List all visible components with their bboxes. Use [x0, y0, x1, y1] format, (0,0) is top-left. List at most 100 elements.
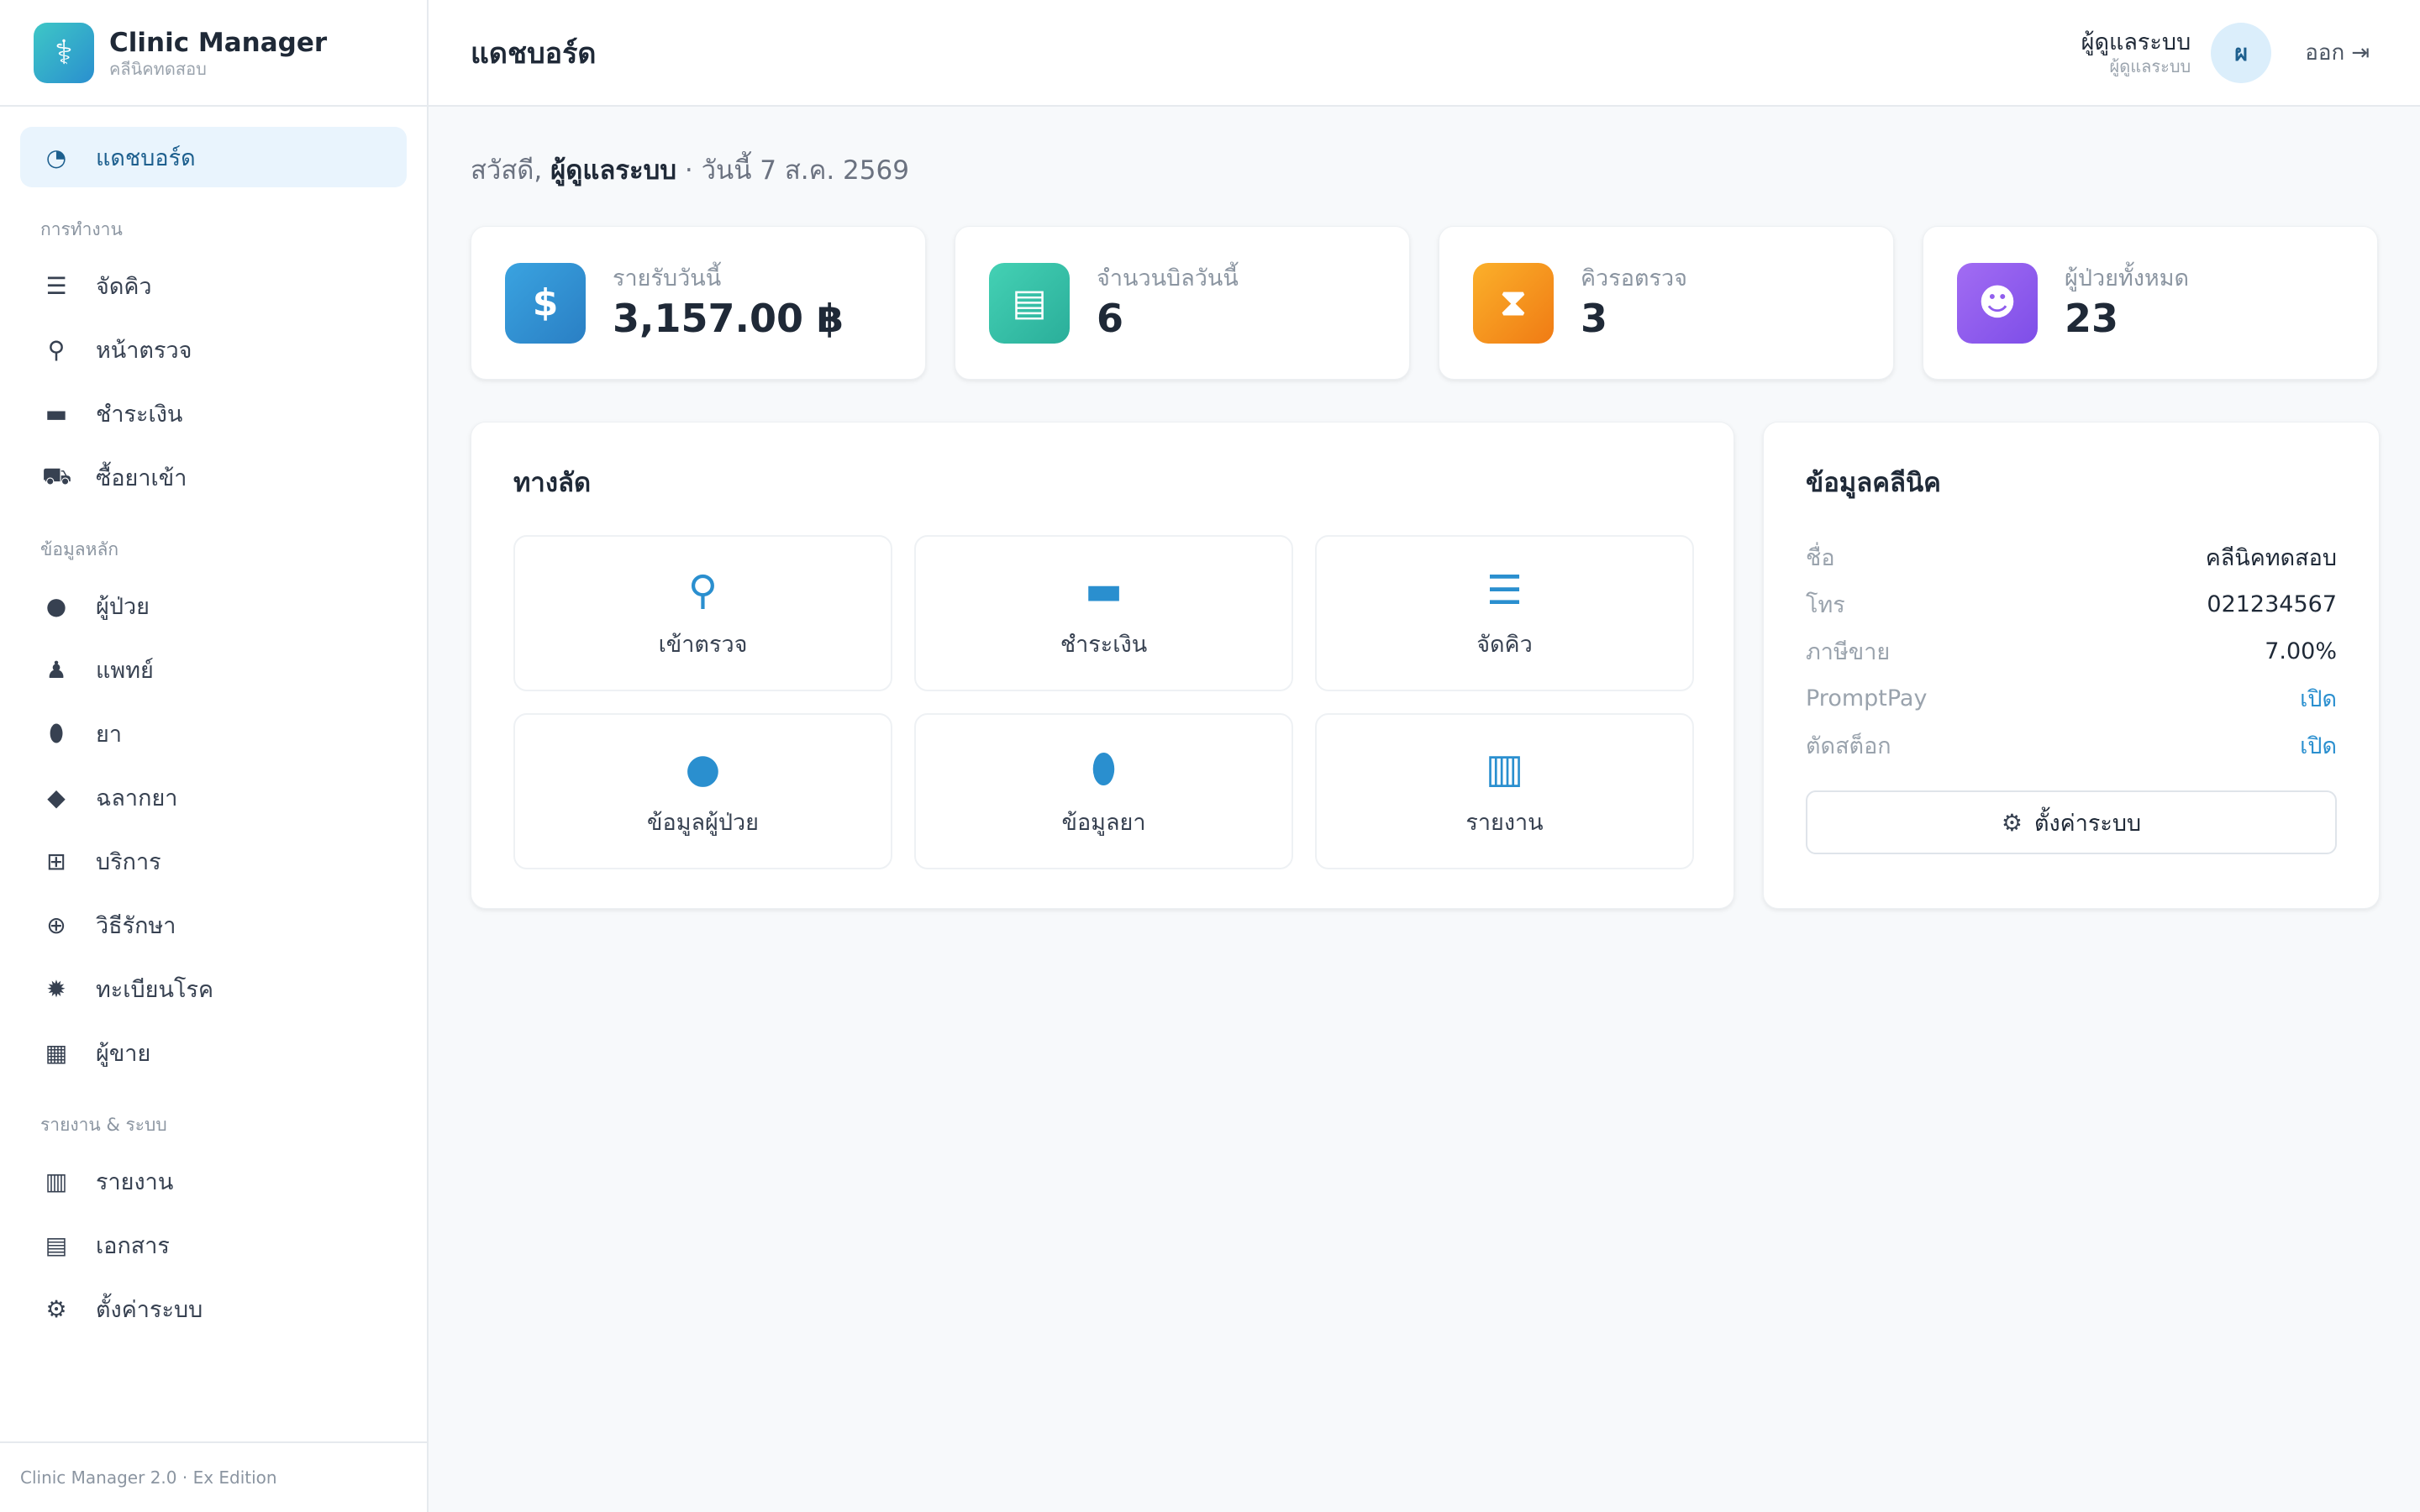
gear-icon: ⚙ — [45, 1294, 67, 1323]
sidebar-item-label: ฉลากยา — [96, 785, 178, 811]
info-value: คลีนิคทดสอบ — [2205, 544, 2337, 571]
stat-label: รายรับวันนี้ — [613, 265, 722, 291]
sidebar-item-drug-labels[interactable]: ◆ ฉลากยา — [20, 767, 407, 827]
stat-label: จำนวนบิลวันนี้ — [1097, 265, 1239, 291]
stethoscope-icon: ⚲ — [687, 566, 718, 614]
shortcut-label: รายงาน — [1465, 809, 1544, 836]
stats-row: $ รายรับวันนี้ 3,157.00 ฿ ▤ จำนวนบิลวันน… — [471, 226, 2380, 380]
settings-label: ตั้งค่าระบบ — [2033, 810, 2142, 837]
user-area: ผู้ดูแลระบบ ผู้ดูแลระบบ ผ ออก ⇥ — [2081, 22, 2370, 83]
chart-bar-icon: ▥ — [1485, 744, 1524, 792]
stat-label: คิวรอตรวจ — [1581, 265, 1687, 291]
sidebar-item-patients[interactable]: ● ผู้ป่วย — [20, 575, 407, 636]
greeting-name: ผู้ดูแลระบบ — [550, 155, 677, 186]
shortcut-payment[interactable]: ▬ ชำระเงิน — [914, 535, 1293, 691]
sign-out-icon: ⇥ — [2351, 39, 2370, 66]
sidebar-item-settings[interactable]: ⚙ ตั้งค่าระบบ — [20, 1278, 407, 1339]
truck-medical-icon: ⛟ — [42, 461, 72, 490]
file-icon: ▤ — [45, 1231, 68, 1259]
sidebar-item-examination[interactable]: ⚲ หน้าตรวจ — [20, 319, 407, 380]
shortcut-drugs[interactable]: ⬮ ข้อมูลยา — [914, 713, 1293, 869]
sidebar-item-diseases[interactable]: ✹ ทะเบียนโรค — [20, 958, 407, 1019]
brand: ⚕ Clinic Manager คลีนิคทดสอบ — [0, 0, 427, 107]
shortcut-patients[interactable]: ● ข้อมูลผู้ป่วย — [513, 713, 892, 869]
stat-value: 3 — [1581, 295, 1608, 341]
credit-card-icon: ▬ — [1084, 566, 1123, 614]
user-icon: ● — [685, 744, 721, 792]
shortcut-reports[interactable]: ▥ รายงาน — [1315, 713, 1694, 869]
sidebar-item-reports[interactable]: ▥ รายงาน — [20, 1151, 407, 1211]
hourglass-icon: ⧗ — [1473, 262, 1554, 344]
chart-bar-icon: ▥ — [45, 1167, 68, 1195]
sidebar-item-label: วิธีรักษา — [96, 912, 176, 939]
sidebar-item-label: เอกสาร — [96, 1232, 170, 1259]
sidebar-item-queue[interactable]: ☰ จัดคิว — [20, 255, 407, 316]
avatar[interactable]: ผ — [2211, 22, 2272, 83]
shortcut-label: เข้าตรวจ — [658, 631, 748, 658]
sidebar-item-label: ซื้อยาเข้า — [96, 465, 187, 491]
shortcuts-grid: ⚲ เข้าตรวจ ▬ ชำระเงิน ☰ จัดคิว ● ข้อมูลผ… — [513, 535, 1694, 869]
stat-card-bills: ▤ จำนวนบิลวันนี้ 6 — [955, 226, 1410, 380]
sidebar-footer: Clinic Manager 2.0 · Ex Edition — [0, 1441, 429, 1512]
clinic-info-panel: ข้อมูลคลีนิค ชื่อ คลีนิคทดสอบ โทร 021234… — [1763, 422, 2380, 909]
brand-subtitle: คลีนิคทดสอบ — [109, 58, 207, 79]
nav-section-work: การทำงาน — [40, 219, 123, 239]
gear-icon: ⚙ — [2001, 808, 2023, 837]
info-row-name: ชื่อ คลีนิคทดสอบ — [1806, 533, 2337, 580]
sidebar-item-services[interactable]: ⊞ บริการ — [20, 831, 407, 891]
sidebar-item-treatments[interactable]: ⊕ วิธีรักษา — [20, 895, 407, 955]
user-role: ผู้ดูแลระบบ — [2109, 55, 2191, 76]
logout-button[interactable]: ออก ⇥ — [2305, 35, 2370, 70]
shortcut-queue[interactable]: ☰ จัดคิว — [1315, 535, 1694, 691]
shortcut-label: ข้อมูลยา — [1061, 809, 1146, 836]
page-title: แดชบอร์ด — [471, 36, 597, 71]
main-content: สวัสดี, ผู้ดูแลระบบ · วันนี้ 7 ส.ค. 2569… — [471, 107, 2380, 909]
shortcut-examination[interactable]: ⚲ เข้าตรวจ — [513, 535, 892, 691]
info-row-phone: โทร 021234567 — [1806, 580, 2337, 627]
list-ol-icon: ☰ — [1486, 566, 1523, 614]
receipt-icon: ▤ — [989, 262, 1070, 344]
caduceus-icon: ⚕ — [34, 22, 94, 83]
stat-card-patients: ☻ ผู้ป่วยทั้งหมด 23 — [1923, 226, 2378, 380]
sidebar-item-payment[interactable]: ▬ ชำระเงิน — [20, 383, 407, 444]
info-key: ชื่อ — [1806, 544, 1835, 571]
sidebar-item-dashboard[interactable]: ◔ แดชบอร์ด — [20, 127, 407, 187]
sidebar-item-drugs[interactable]: ⬮ ยา — [20, 703, 407, 764]
shortcuts-title: ทางลัด — [513, 468, 592, 498]
shortcut-label: ข้อมูลผู้ป่วย — [647, 809, 759, 836]
stat-card-queue: ⧗ คิวรอตรวจ 3 — [1439, 226, 1894, 380]
user-name: ผู้ดูแลระบบ — [2081, 29, 2191, 55]
stat-card-revenue: $ รายรับวันนี้ 3,157.00 ฿ — [471, 226, 926, 380]
stethoscope-icon: ⚲ — [47, 335, 66, 364]
info-row-promptpay: PromptPay เปิด — [1806, 675, 2337, 722]
building-icon: ▦ — [45, 1038, 68, 1067]
tag-icon: ◆ — [47, 783, 66, 811]
list-ol-icon: ☰ — [45, 271, 67, 300]
logout-label: ออก — [2305, 40, 2345, 66]
sidebar-item-label: ทะเบียนโรค — [96, 976, 214, 1003]
sidebar-item-doctors[interactable]: ♟ แพทย์ — [20, 639, 407, 700]
sidebar-item-purchase[interactable]: ⛟ ซื้อยาเข้า — [20, 447, 407, 507]
top-header: แดชบอร์ด ผู้ดูแลระบบ ผู้ดูแลระบบ ผ ออก ⇥ — [429, 0, 2420, 107]
info-key: ตัดสต็อก — [1806, 732, 1891, 759]
info-row-tax: ภาษีขาย 7.00% — [1806, 627, 2337, 675]
info-value: เปิด — [2300, 732, 2337, 759]
info-value: เปิด — [2300, 685, 2337, 712]
sidebar-item-label: ชำระเงิน — [96, 401, 183, 428]
stat-value: 6 — [1097, 295, 1124, 341]
stat-value: 3,157.00 ฿ — [613, 295, 844, 341]
money-bag-icon: $ — [505, 262, 586, 344]
settings-button[interactable]: ⚙ ตั้งค่าระบบ — [1806, 790, 2337, 854]
nav-section-master: ข้อมูลหลัก — [40, 539, 119, 559]
users-icon: ☻ — [1957, 262, 2038, 344]
credit-card-icon: ▬ — [45, 399, 68, 428]
greeting: สวัสดี, ผู้ดูแลระบบ · วันนี้ 7 ส.ค. 2569 — [471, 149, 2380, 186]
sidebar-item-label: รายงาน — [96, 1168, 174, 1195]
notes-medical-icon: ⊕ — [46, 911, 66, 939]
pills-icon: ⬮ — [1091, 744, 1117, 792]
shortcut-label: ชำระเงิน — [1060, 631, 1148, 658]
sidebar-item-documents[interactable]: ▤ เอกสาร — [20, 1215, 407, 1275]
clinic-info-title: ข้อมูลคลีนิค — [1806, 468, 1941, 498]
shortcut-label: จัดคิว — [1476, 631, 1533, 658]
sidebar-item-vendors[interactable]: ▦ ผู้ขาย — [20, 1022, 407, 1083]
